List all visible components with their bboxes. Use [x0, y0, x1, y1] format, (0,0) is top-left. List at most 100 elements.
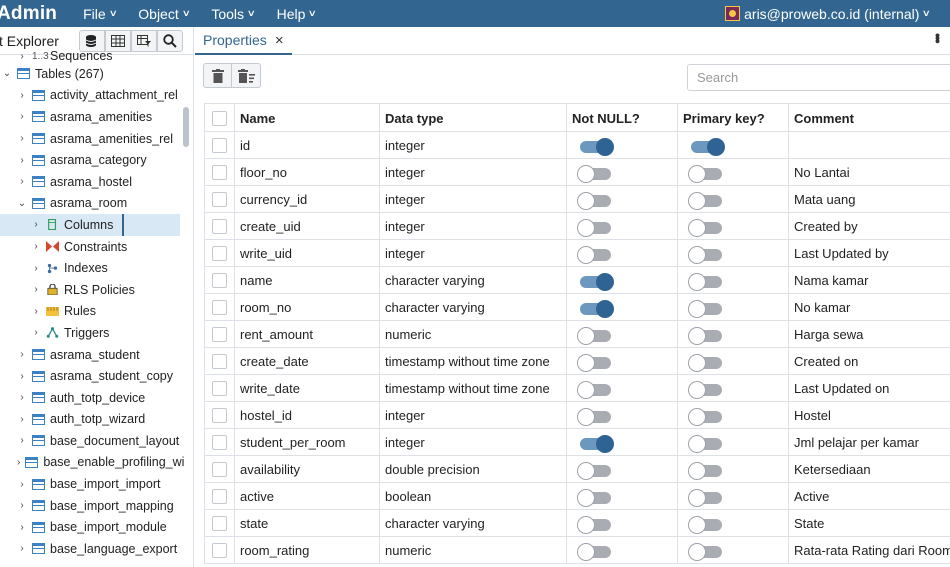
cell-comment[interactable]: Last Updated on	[789, 375, 950, 401]
chevron-down-icon[interactable]: ⌄	[2, 68, 12, 79]
row-checkbox[interactable]	[212, 542, 227, 558]
table-row[interactable]: write_date timestamp without time zone Las…	[204, 375, 950, 402]
not-null-toggle[interactable]	[577, 408, 611, 426]
primary-key-toggle[interactable]	[688, 408, 722, 426]
not-null-toggle[interactable]	[580, 273, 614, 291]
not-null-toggle[interactable]	[577, 543, 611, 561]
cell-comment[interactable]: No kamar	[789, 294, 950, 320]
cell-comment[interactable]: Nama kamar	[789, 267, 950, 293]
cell-comment[interactable]: Active	[789, 483, 950, 509]
tab-properties[interactable]: Properties ×	[195, 27, 292, 55]
cell-name[interactable]: room_no	[235, 294, 380, 320]
tree-item-indexes[interactable]: › Indexes	[0, 257, 180, 279]
primary-key-toggle[interactable]	[688, 543, 722, 561]
row-checkbox[interactable]	[212, 191, 227, 207]
row-checkbox[interactable]	[212, 245, 227, 261]
cell-name[interactable]: availability	[235, 456, 380, 482]
cell-data-type[interactable]: character varying	[380, 294, 567, 320]
cell-data-type[interactable]: integer	[380, 213, 567, 239]
row-checkbox[interactable]	[212, 434, 227, 450]
row-checkbox[interactable]	[212, 326, 227, 342]
row-checkbox[interactable]	[212, 218, 227, 234]
table-row[interactable]: availability double precision Ketersediaan	[204, 456, 950, 483]
cell-data-type[interactable]: double precision	[380, 456, 567, 482]
not-null-toggle[interactable]	[577, 462, 611, 480]
chevron-right-icon[interactable]: ›	[17, 111, 27, 122]
cell-comment[interactable]: Ketersediaan	[789, 456, 950, 482]
chevron-right-icon[interactable]: ›	[17, 90, 27, 101]
row-checkbox[interactable]	[212, 380, 227, 396]
tree-item-rules[interactable]: › Rules	[0, 301, 180, 323]
table-row[interactable]: room_no character varying No kamar	[204, 294, 950, 321]
cell-comment[interactable]: Last Updated by	[789, 240, 950, 266]
row-checkbox[interactable]	[212, 461, 227, 477]
cell-data-type[interactable]: character varying	[380, 267, 567, 293]
table-row[interactable]: rent_amount numeric Harga sewa	[204, 321, 950, 348]
cell-data-type[interactable]: boolean	[380, 483, 567, 509]
cell-data-type[interactable]: timestamp without time zone	[380, 375, 567, 401]
row-checkbox[interactable]	[212, 272, 227, 288]
cell-name[interactable]: create_date	[235, 348, 380, 374]
tree-item-asrama-student[interactable]: › asrama_student	[0, 344, 180, 366]
table-row[interactable]: create_uid integer Created by	[204, 213, 950, 240]
cell-data-type[interactable]: character varying	[380, 510, 567, 536]
menu-help[interactable]: Help ∨	[277, 6, 318, 22]
chevron-right-icon[interactable]: ›	[31, 219, 41, 230]
not-null-toggle[interactable]	[577, 354, 611, 372]
row-checkbox[interactable]	[212, 164, 227, 180]
cell-data-type[interactable]: timestamp without time zone	[380, 348, 567, 374]
header-comment[interactable]: Comment	[789, 104, 950, 131]
primary-key-toggle[interactable]	[691, 138, 725, 156]
table-row[interactable]: floor_no integer No Lantai	[204, 159, 950, 186]
table-row[interactable]: active boolean Active	[204, 483, 950, 510]
cell-name[interactable]: write_date	[235, 375, 380, 401]
not-null-toggle[interactable]	[577, 246, 611, 264]
table-row[interactable]: create_date timestamp without time zone Cr…	[204, 348, 950, 375]
primary-key-toggle[interactable]	[688, 327, 722, 345]
tree-item-base-import-mapping[interactable]: › base_import_mapping	[0, 495, 180, 517]
chevron-right-icon[interactable]: ›	[17, 176, 27, 187]
drop-cascade-button[interactable]	[232, 63, 261, 88]
cell-comment[interactable]	[789, 132, 950, 158]
chevron-right-icon[interactable]: ›	[17, 435, 27, 446]
chevron-right-icon[interactable]: ›	[17, 392, 27, 403]
close-icon[interactable]: ×	[275, 32, 284, 49]
tree-item-columns[interactable]: › Columns	[0, 214, 180, 236]
cell-comment[interactable]: Rata-rata Rating dari Room	[789, 537, 950, 563]
chevron-right-icon[interactable]: ›	[17, 155, 27, 166]
not-null-toggle[interactable]	[580, 435, 614, 453]
cell-name[interactable]: create_uid	[235, 213, 380, 239]
user-menu[interactable]: aris@proweb.co.id (internal) ∨	[725, 0, 931, 27]
cell-data-type[interactable]: integer	[380, 186, 567, 212]
primary-key-toggle[interactable]	[688, 165, 722, 183]
table-row[interactable]: name character varying Nama kamar	[204, 267, 950, 294]
tree-item-asrama-amenities-rel[interactable]: › asrama_amenities_rel	[0, 128, 180, 150]
not-null-toggle[interactable]	[577, 381, 611, 399]
table-row[interactable]: id integer	[204, 132, 950, 159]
cell-data-type[interactable]: integer	[380, 429, 567, 455]
cell-comment[interactable]: Hostel	[789, 402, 950, 428]
cell-comment[interactable]: Created on	[789, 348, 950, 374]
chevron-right-icon[interactable]: ›	[17, 500, 27, 511]
chevron-right-icon[interactable]: ›	[31, 327, 41, 338]
tree-item-triggers[interactable]: › Triggers	[0, 322, 180, 344]
cell-comment[interactable]: State	[789, 510, 950, 536]
cell-name[interactable]: currency_id	[235, 186, 380, 212]
explorer-scrollbar[interactable]	[183, 107, 189, 147]
tree-item-base-import-module[interactable]: › base_import_module	[0, 516, 180, 538]
cell-name[interactable]: rent_amount	[235, 321, 380, 347]
row-checkbox[interactable]	[212, 353, 227, 369]
cell-comment[interactable]: Harga sewa	[789, 321, 950, 347]
row-checkbox[interactable]	[212, 488, 227, 504]
cell-name[interactable]: room_rating	[235, 537, 380, 563]
chevron-right-icon[interactable]: ›	[31, 284, 41, 295]
row-checkbox[interactable]	[212, 407, 227, 423]
search-input[interactable]	[687, 64, 950, 91]
not-null-toggle[interactable]	[577, 165, 611, 183]
primary-key-toggle[interactable]	[688, 192, 722, 210]
header-data-type[interactable]: Data type	[380, 104, 567, 131]
cell-data-type[interactable]: numeric	[380, 321, 567, 347]
cell-comment[interactable]: Created by	[789, 213, 950, 239]
tree-item-asrama-student-copy[interactable]: › asrama_student_copy	[0, 365, 180, 387]
chevron-right-icon[interactable]: ›	[17, 371, 27, 382]
